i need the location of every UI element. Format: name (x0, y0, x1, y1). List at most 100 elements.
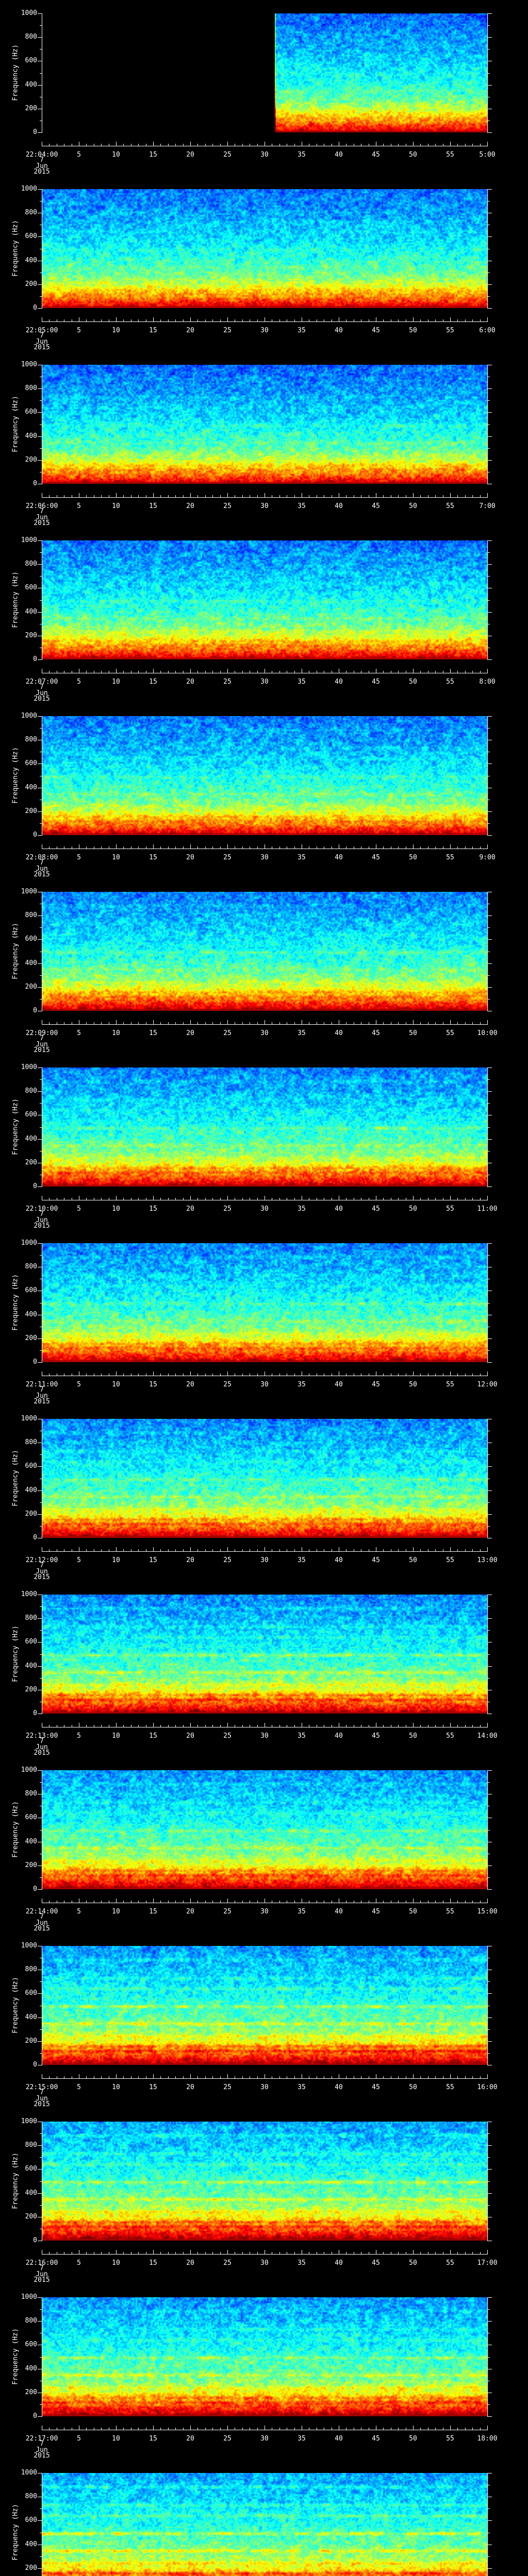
spectrogram-image (42, 2297, 487, 2416)
x-minor-tick (123, 2428, 124, 2430)
y-tick-label: 800 (25, 1614, 37, 1622)
y-tick-label: 800 (25, 384, 37, 392)
y-major-tick (38, 939, 42, 940)
x-tick-label: 40 (335, 1908, 343, 1916)
x-minor-tick (457, 671, 458, 673)
x-major-tick (153, 1899, 154, 1903)
x-major-tick (413, 1020, 414, 1024)
x-minor-tick (398, 1901, 399, 1903)
x-minor-tick (279, 2252, 280, 2254)
x-tick-label: 35 (298, 1732, 306, 1740)
x-axis-line (42, 1551, 488, 1552)
x-major-tick (487, 317, 488, 321)
x-minor-tick (160, 671, 161, 673)
x-tick-label: 30 (260, 678, 269, 686)
y-axis-title: Frequency (Hz) (11, 2328, 20, 2385)
x-minor-tick (183, 2076, 184, 2078)
y-major-tick (38, 1091, 42, 1092)
x-minor-tick (101, 2076, 102, 2078)
x-tick-label: 20 (186, 1556, 194, 1564)
x-major-tick (450, 2074, 451, 2078)
x-minor-tick (220, 1901, 221, 1903)
x-major-tick (227, 1547, 228, 1551)
x-minor-tick (205, 846, 206, 849)
y-major-tick (38, 132, 42, 133)
x-major-tick (487, 844, 488, 849)
y-minor-tick (40, 823, 42, 824)
y-major-tick-right (488, 1889, 492, 1890)
x-minor-tick (420, 2428, 421, 2430)
x-tick-label: 45 (372, 1908, 380, 1916)
x-minor-tick (242, 1549, 243, 1551)
x-minor-tick (49, 2252, 50, 2254)
x-minor-tick (160, 144, 161, 146)
x-minor-tick (457, 495, 458, 497)
x-tick-label: 20 (186, 854, 194, 861)
x-minor-tick (138, 1374, 139, 1376)
x-minor-tick (86, 1725, 87, 1727)
x-tick-label: 5 (77, 1732, 81, 1740)
x-tick-label: 45 (372, 1029, 380, 1037)
y-minor-tick (40, 1127, 42, 1128)
x-minor-tick (160, 1901, 161, 1903)
x-minor-tick (205, 2076, 206, 2078)
y-tick-label: 600 (25, 1111, 37, 1118)
x-major-tick (153, 317, 154, 321)
x-minor-tick (435, 2428, 436, 2430)
y-minor-tick (40, 1526, 42, 1527)
x-major-tick (190, 1196, 191, 1200)
y-major-tick-right (488, 1139, 492, 1140)
x-major-tick (227, 493, 228, 497)
x-minor-tick (242, 1198, 243, 1200)
x-minor-tick (465, 319, 466, 321)
y-minor-tick (40, 25, 42, 26)
y-tick-label: 800 (25, 1965, 37, 1973)
y-minor-tick (40, 1654, 42, 1655)
x-minor-tick (257, 1198, 258, 1200)
x-minor-tick (168, 144, 169, 146)
x-tick-label: 10 (112, 151, 120, 159)
y-major-tick-right (488, 460, 492, 461)
y-tick-label: 400 (25, 959, 37, 967)
x-tick-label: 40 (335, 678, 343, 686)
x-tick-label: 15 (149, 2435, 157, 2443)
x-minor-tick (86, 1022, 87, 1024)
y-minor-tick-right (488, 2556, 490, 2557)
x-tick-label: 5 (77, 502, 81, 510)
x-major-tick (413, 1547, 414, 1551)
x-tick-label: 35 (298, 502, 306, 510)
x-minor-tick (480, 495, 481, 497)
y-major-tick (38, 1666, 42, 1667)
y-minor-tick (40, 2133, 42, 2134)
x-minor-tick (465, 846, 466, 849)
x-minor-tick (212, 1198, 213, 1200)
x-axis-line (42, 2078, 488, 2079)
x-minor-tick (383, 144, 384, 146)
x-minor-tick (398, 1549, 399, 1551)
date-line: 2015 (34, 2100, 50, 2108)
y-major-tick (38, 284, 42, 285)
y-major-tick-right (488, 132, 492, 133)
y-minor-tick (40, 600, 42, 601)
x-minor-tick (101, 846, 102, 849)
x-minor-tick (197, 846, 198, 849)
x-major-tick (227, 1371, 228, 1376)
x-minor-tick (472, 1022, 473, 1024)
x-axis-line (42, 321, 488, 322)
y-tick-label: 400 (25, 257, 37, 264)
y-minor-tick-right (488, 1350, 490, 1351)
spectrogram-panel: Frequency (Hz) 1000 800 600 400 200 0 5 10 15 20… (0, 1405, 528, 1581)
x-minor-tick (101, 144, 102, 146)
x-tick-label: 55 (446, 2083, 454, 2091)
x-tick-label: 20 (186, 2259, 194, 2267)
y-tick-label: 0 (33, 1709, 37, 1717)
x-tick-label: 45 (372, 1205, 380, 1213)
x-minor-tick (472, 1901, 473, 1903)
x-minor-tick (101, 2252, 102, 2254)
x-minor-tick (101, 1549, 102, 1551)
y-minor-tick-right (488, 576, 490, 577)
y-major-tick-right (488, 1091, 492, 1092)
y-minor-tick (40, 552, 42, 553)
y-minor-tick-right (488, 2157, 490, 2158)
x-minor-tick (294, 1022, 295, 1024)
